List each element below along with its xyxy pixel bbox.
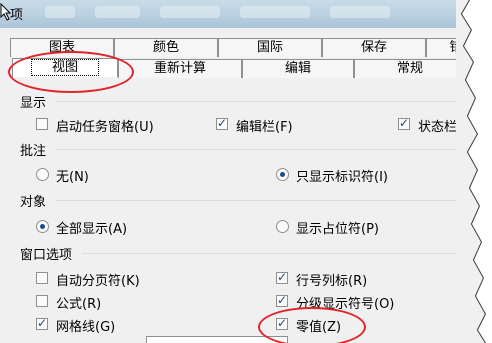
toolbar-blur — [330, 6, 390, 18]
radio-button[interactable] — [36, 168, 49, 181]
toolbar-blur — [45, 6, 75, 18]
checkbox[interactable] — [36, 118, 48, 130]
checkbox[interactable] — [36, 295, 48, 307]
tab-general[interactable]: 常规 — [354, 59, 466, 78]
section-objects-label: 对象 — [20, 195, 47, 210]
tab-calculation[interactable]: 重新计算 — [118, 59, 242, 78]
radio-button[interactable] — [276, 168, 289, 181]
torn-edge — [456, 0, 492, 343]
title-bar: 项 — [0, 0, 472, 28]
toolbar-blur — [95, 6, 140, 18]
section-divider — [56, 149, 466, 150]
section-show-label: 显示 — [20, 96, 47, 111]
tab-color[interactable]: 颜色 — [114, 38, 218, 57]
section-divider — [56, 101, 466, 102]
section-divider — [82, 253, 466, 254]
tab-international[interactable]: 国际 — [218, 38, 322, 57]
checkbox[interactable] — [216, 116, 228, 130]
tab-chart[interactable]: 图表 — [10, 38, 114, 57]
options-dialog: 项 图表 颜色 国际 保存 错 视图 重新计算 编辑 常规 显示 启动任务窗格(… — [0, 0, 472, 343]
checkbox[interactable] — [276, 293, 288, 307]
window-title: 项 — [10, 8, 24, 23]
checkbox[interactable] — [36, 272, 48, 284]
gridline-color-dropdown[interactable] — [146, 336, 288, 343]
radio-button[interactable] — [36, 220, 49, 233]
checkbox[interactable] — [276, 270, 288, 284]
toolbar-blur — [240, 6, 310, 18]
section-window-label: 窗口选项 — [20, 248, 73, 263]
section-divider — [56, 200, 466, 201]
radio-button[interactable] — [276, 220, 289, 233]
toolbar-blur — [160, 6, 220, 18]
checkbox[interactable] — [36, 316, 48, 330]
tab-edit[interactable]: 编辑 — [242, 59, 354, 78]
checkbox[interactable] — [398, 116, 410, 130]
tab-view[interactable]: 视图 — [12, 58, 118, 77]
section-comments-label: 批注 — [20, 144, 47, 159]
tab-save[interactable]: 保存 — [322, 38, 426, 57]
checkbox[interactable] — [276, 316, 288, 330]
